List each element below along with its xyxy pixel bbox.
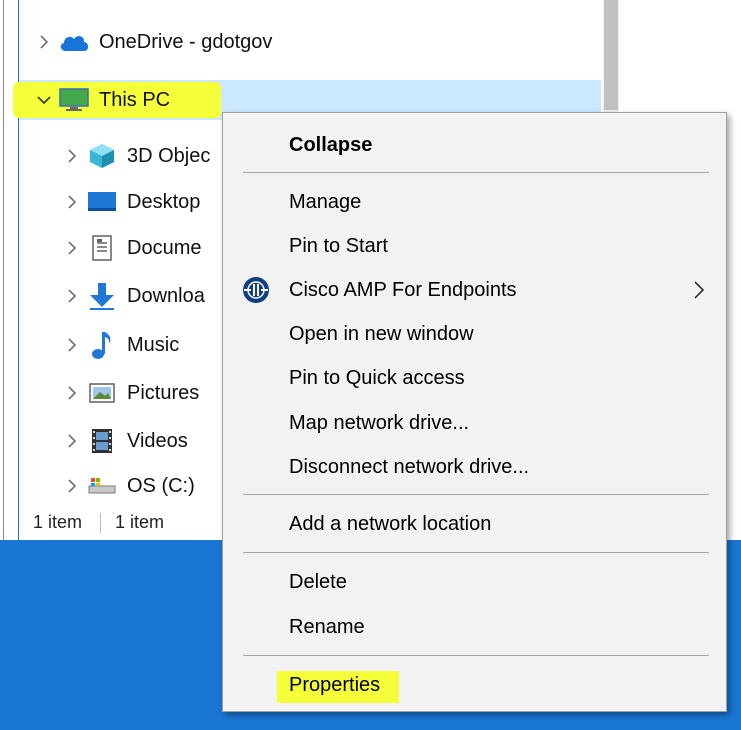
tree-item-label: Desktop	[127, 190, 201, 213]
chevron-right-icon[interactable]	[59, 337, 85, 353]
menu-item-label: Pin to Quick access	[289, 366, 465, 389]
music-icon	[85, 331, 119, 359]
menu-item-pin-to-start[interactable]: Pin to Start	[223, 224, 726, 268]
menu-item-rename[interactable]: Rename	[223, 605, 726, 649]
menu-item-label: Disconnect network drive...	[289, 455, 530, 478]
chevron-down-icon[interactable]	[31, 95, 57, 105]
menu-item-map-network-drive[interactable]: Map network drive...	[223, 401, 726, 445]
menu-item-label: Add a network location	[289, 512, 492, 535]
tree-item-documents[interactable]: Docume	[59, 228, 201, 268]
menu-item-cisco-amp[interactable]: Cisco AMP For Endpoints	[223, 268, 726, 312]
menu-item-label: Properties	[289, 673, 381, 696]
status-selected-count: 1 item	[115, 512, 165, 532]
tree-item-label: Videos	[127, 429, 188, 452]
chevron-right-icon[interactable]	[59, 288, 85, 304]
menu-item-open-new-window[interactable]: Open in new window	[223, 312, 726, 356]
onedrive-cloud-icon	[57, 28, 91, 56]
context-menu: Collapse Manage Pin to Start Cisco AMP F…	[222, 112, 727, 712]
chevron-right-icon	[689, 275, 709, 305]
menu-separator	[243, 172, 709, 173]
tree-item-label: This PC	[99, 88, 171, 111]
scrollbar-thumb[interactable]	[604, 0, 618, 110]
menu-separator	[243, 494, 709, 495]
menu-item-label: Pin to Start	[289, 234, 388, 257]
tree-item-label: Pictures	[127, 381, 200, 404]
tree-item-onedrive[interactable]: OneDrive - gdotgov	[31, 22, 591, 62]
menu-separator	[243, 552, 709, 553]
tree-item-3d-objects[interactable]: 3D Objec	[59, 136, 210, 176]
status-item-count: 1 item	[33, 512, 83, 532]
menu-item-pin-quick-access[interactable]: Pin to Quick access	[223, 356, 726, 400]
menu-separator	[243, 655, 709, 656]
tree-item-desktop[interactable]: Desktop	[59, 182, 200, 222]
chevron-right-icon[interactable]	[59, 433, 85, 449]
monitor-icon	[57, 86, 91, 114]
menu-item-label: Rename	[289, 615, 365, 638]
documents-icon	[85, 234, 119, 262]
menu-item-delete[interactable]: Delete	[223, 560, 726, 604]
tree-item-label: OS (C:)	[127, 474, 195, 497]
tree-item-videos[interactable]: Videos	[59, 421, 188, 461]
downloads-icon	[85, 282, 119, 310]
tree-item-downloads[interactable]: Downloa	[59, 276, 205, 316]
menu-item-label: Collapse	[289, 133, 373, 156]
menu-item-collapse[interactable]: Collapse	[223, 123, 726, 167]
3d-objects-icon	[85, 142, 119, 170]
tree-item-label: 3D Objec	[127, 144, 211, 167]
pictures-icon	[85, 379, 119, 407]
menu-item-label: Cisco AMP For Endpoints	[289, 278, 517, 301]
tree-item-os-drive[interactable]: OS (C:)	[59, 469, 195, 503]
chevron-right-icon[interactable]	[59, 385, 85, 401]
menu-item-label: Manage	[289, 190, 362, 213]
tree-item-label: OneDrive - gdotgov	[99, 30, 273, 53]
chevron-right-icon[interactable]	[59, 240, 85, 256]
tree-item-label: Music	[127, 333, 180, 356]
menu-item-label: Delete	[289, 570, 347, 593]
chevron-right-icon[interactable]	[31, 34, 57, 50]
tree-item-label: Docume	[127, 236, 202, 259]
screenshot: OneDrive - gdotgov This PC 3D Objec Desk…	[0, 0, 741, 730]
videos-icon	[85, 427, 119, 455]
menu-item-disconnect-network-drive[interactable]: Disconnect network drive...	[223, 445, 726, 489]
cisco-amp-icon	[241, 275, 271, 305]
drive-icon	[85, 472, 119, 500]
chevron-right-icon[interactable]	[59, 148, 85, 164]
tree-item-label: Downloa	[127, 284, 205, 307]
menu-item-label: Map network drive...	[289, 411, 470, 434]
chevron-right-icon[interactable]	[59, 478, 85, 494]
menu-item-properties[interactable]: Properties	[223, 663, 726, 707]
menu-item-add-network-location[interactable]: Add a network location	[223, 502, 726, 546]
chevron-right-icon[interactable]	[59, 194, 85, 210]
desktop-icon	[85, 188, 119, 216]
tree-item-music[interactable]: Music	[59, 325, 179, 365]
menu-item-label: Open in new window	[289, 322, 474, 345]
tree-item-pictures[interactable]: Pictures	[59, 373, 199, 413]
menu-item-manage[interactable]: Manage	[223, 180, 726, 224]
